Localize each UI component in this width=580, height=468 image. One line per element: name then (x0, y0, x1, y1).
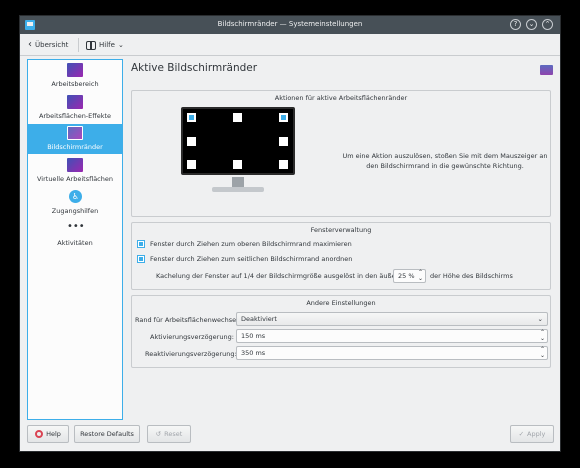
spin-arrows-icon[interactable]: ⌃ ⌄ (418, 270, 423, 282)
page-title: Aktive Bildschirmränder (131, 62, 258, 74)
activation-row: Aktivierungsverzögerung: (150, 333, 234, 341)
reactivation-spinbox[interactable]: 350 ms ⌃ ⌄ (236, 346, 548, 360)
sidebar-item-workspace[interactable]: Arbeitsbereich (28, 61, 122, 91)
quarter-tiling-row: Kachelung der Fenster auf 1/4 der Bildsc… (156, 272, 406, 280)
window-management-group: Fensterverwaltung Fenster durch Ziehen z… (131, 222, 551, 290)
tile-checkbox-row[interactable]: Fenster durch Ziehen zum seitlichen Bild… (137, 255, 352, 263)
help-button[interactable]: Help (27, 425, 69, 443)
reset-button[interactable]: ↺ Reset (147, 425, 191, 443)
quarter-suffix: der Höhe des Bildschirms (430, 272, 513, 280)
quarter-value: 25 % (398, 272, 415, 280)
group-title: Aktionen für aktive Arbeitsflächenränder (274, 94, 408, 102)
chevron-down-icon: ⌄ (117, 41, 124, 49)
quarter-prefix: Kachelung der Fenster auf 1/4 der Bildsc… (156, 272, 407, 280)
window-title: Bildschirmränder — Systemeinstellungen (217, 20, 363, 28)
maximize-button[interactable]: ⌃ (542, 19, 553, 30)
reset-label: Reset (164, 430, 183, 438)
edge-left[interactable] (187, 137, 196, 146)
sidebar-item-label: Arbeitsbereich (51, 80, 99, 88)
edge-top-left[interactable] (187, 113, 196, 122)
sidebar-item-label: Zugangshilfen (51, 207, 99, 215)
sidebar: Arbeitsbereich Arbeitsflächen-Effekte Bi… (27, 59, 123, 420)
monitor-preview (181, 107, 295, 175)
tile-label: Fenster durch Ziehen zum seitlichen Bild… (150, 255, 353, 263)
maximize-checkbox[interactable] (137, 240, 145, 248)
virtual-desktops-icon (67, 158, 83, 172)
sidebar-item-label: Aktivitäten (57, 239, 93, 247)
activation-value: 150 ms (241, 332, 266, 340)
screen-edges-icon (540, 65, 553, 75)
footer: Help Restore Defaults ↺ Reset ✓ Apply (20, 421, 560, 451)
quarter-suffix-row: der Höhe des Bildschirms (430, 272, 513, 280)
activation-spinbox[interactable]: 150 ms ⌃ ⌄ (236, 329, 548, 343)
desktop-effects-icon (67, 95, 83, 109)
hint-text: Um eine Aktion auszulösen, stoßen Sie mi… (342, 152, 548, 170)
edge-right[interactable] (279, 137, 288, 146)
help-menu-button[interactable]: Hilfe ⌄ (86, 39, 124, 51)
settings-window: Bildschirmränder — Systemeinstellungen ?… (19, 15, 561, 452)
tile-checkbox[interactable] (137, 255, 145, 263)
spin-arrows-icon[interactable]: ⌃ ⌄ (540, 347, 545, 359)
monitor-base (212, 187, 264, 192)
help-icon (86, 40, 96, 50)
workspace-icon (67, 63, 83, 77)
maximize-checkbox-row[interactable]: Fenster durch Ziehen zum oberen Bildschi… (137, 240, 352, 248)
back-button[interactable]: ‹ Übersicht (28, 39, 68, 51)
toolbar-separator (78, 38, 79, 52)
help-question-icon[interactable]: ? (510, 19, 521, 30)
edge-bottom[interactable] (233, 160, 242, 169)
sidebar-item-label: Virtuelle Arbeitsflächen (36, 175, 113, 183)
screen-edges-icon (67, 126, 83, 140)
help-label: Hilfe (99, 41, 115, 49)
sidebar-item-activities[interactable]: ••• Aktivitäten (28, 220, 122, 250)
edge-bottom-right[interactable] (279, 160, 288, 169)
activities-icon: ••• (67, 221, 85, 232)
edge-value: Deaktiviert (241, 315, 277, 323)
checkmark-icon: ✓ (518, 430, 525, 438)
accessibility-icon: ♿ (69, 190, 82, 203)
sidebar-item-screen-edges[interactable]: Bildschirmränder (28, 124, 122, 154)
spin-arrows-icon[interactable]: ⌃ ⌄ (540, 330, 545, 342)
sidebar-item-desktop-effects[interactable]: Arbeitsflächen-Effekte (28, 93, 122, 123)
minimize-button[interactable]: ⌄ (526, 19, 537, 30)
activation-label: Aktivierungsverzögerung: (150, 333, 234, 341)
group-title: Andere Einstellungen (306, 299, 376, 307)
main-panel: Aktive Bildschirmränder Aktionen für akt… (131, 59, 553, 419)
group-title: Fensterverwaltung (310, 226, 372, 234)
title-bar[interactable]: Bildschirmränder — Systemeinstellungen ?… (20, 16, 560, 34)
lifebuoy-icon (35, 430, 44, 438)
sidebar-item-label: Arbeitsflächen-Effekte (38, 112, 112, 120)
sidebar-item-virtual-desktops[interactable]: Virtuelle Arbeitsflächen (28, 156, 122, 186)
reactivation-value: 350 ms (241, 349, 266, 357)
edge-bottom-left[interactable] (187, 160, 196, 169)
apply-button[interactable]: ✓ Apply (510, 425, 554, 443)
maximize-label: Fenster durch Ziehen zum oberen Bildschi… (150, 240, 352, 248)
reactivation-label: Reaktivierungsverzögerung: (145, 350, 237, 358)
edge-top[interactable] (233, 113, 242, 122)
help-button-label: Help (46, 430, 61, 438)
chevron-down-icon: ⌄ (537, 315, 543, 323)
restore-defaults-button[interactable]: Restore Defaults (74, 425, 140, 443)
reactivation-row: Reaktivierungsverzögerung: (145, 350, 237, 358)
chevron-left-icon: ‹ (28, 39, 32, 50)
back-label: Übersicht (35, 41, 69, 49)
edge-switch-row: Rand für Arbeitsflächenwechsel: (135, 316, 240, 324)
actions-group: Aktionen für aktive Arbeitsflächenränder… (131, 90, 551, 217)
restore-label: Restore Defaults (80, 430, 134, 438)
sidebar-item-accessibility[interactable]: ♿ Zugangshilfen (28, 188, 122, 218)
edge-label: Rand für Arbeitsflächenwechsel: (135, 316, 241, 324)
edge-switch-combo[interactable]: Deaktiviert ⌄ (236, 312, 548, 326)
toolbar: ‹ Übersicht Hilfe ⌄ (20, 34, 560, 56)
sidebar-item-label: Bildschirmränder (47, 143, 103, 151)
other-settings-group: Andere Einstellungen Rand für Arbeitsflä… (131, 295, 551, 368)
reset-icon: ↺ (155, 430, 162, 438)
quarter-spinbox[interactable]: 25 % ⌃ ⌄ (393, 269, 426, 283)
apply-label: Apply (527, 430, 546, 438)
edge-top-right[interactable] (279, 113, 288, 122)
